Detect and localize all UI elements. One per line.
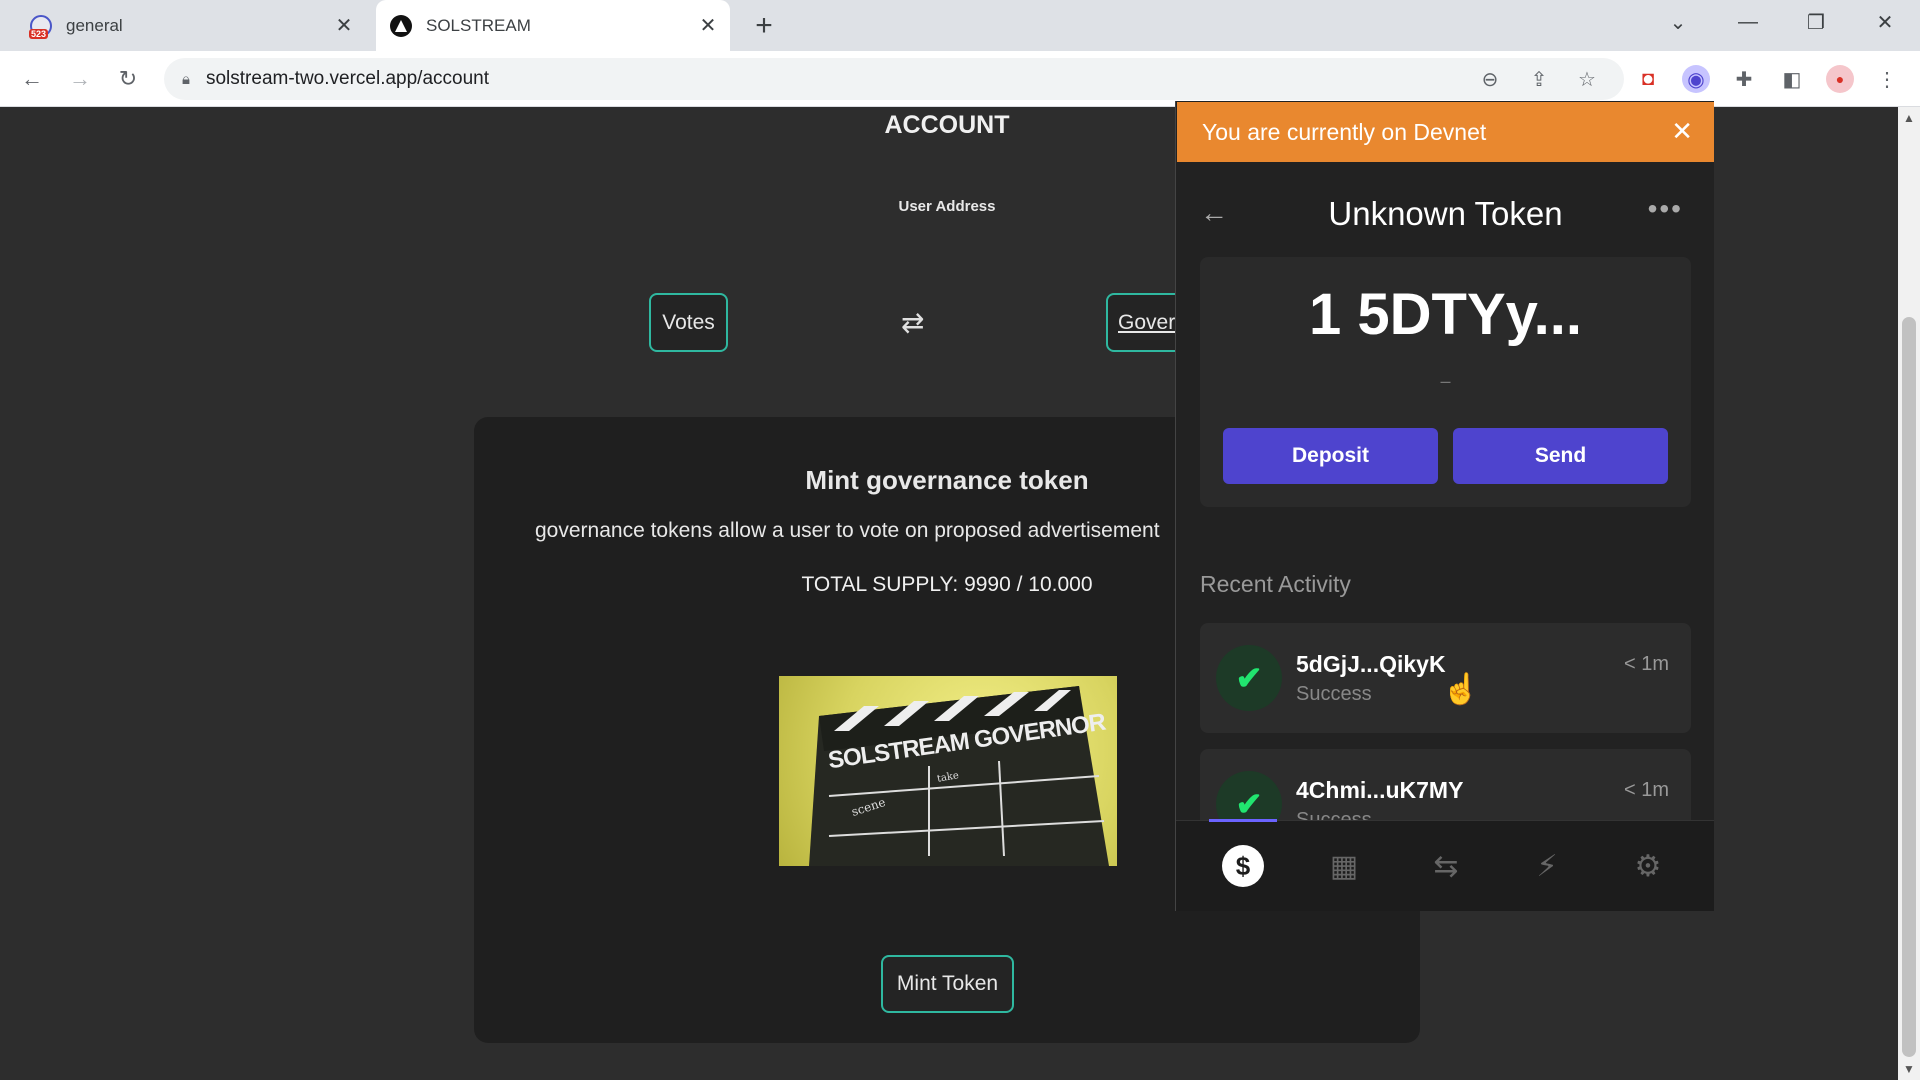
zoom-icon[interactable]: ⊖ xyxy=(1475,66,1505,92)
close-icon[interactable]: ✕ xyxy=(694,12,722,40)
active-tab-indicator xyxy=(1209,819,1277,822)
scroll-down-icon[interactable]: ▼ xyxy=(1903,1062,1915,1076)
swap-icon[interactable]: ⇆ xyxy=(1425,845,1467,887)
reload-icon[interactable]: ↻ xyxy=(108,59,148,99)
restore-button[interactable]: ❐ xyxy=(1788,0,1844,44)
activity-time: < 1m xyxy=(1623,653,1669,675)
new-tab-button[interactable]: + xyxy=(748,9,780,42)
grid-icon[interactable]: ▦ xyxy=(1323,845,1365,887)
votes-button[interactable]: Votes xyxy=(649,293,728,352)
minimize-button[interactable]: — xyxy=(1720,0,1776,44)
more-options-icon[interactable]: ••• xyxy=(1648,193,1683,225)
scrollbar-thumb[interactable] xyxy=(1902,317,1916,1057)
scroll-up-icon[interactable]: ▲ xyxy=(1903,111,1915,125)
menu-kebab-icon[interactable]: ⋮ xyxy=(1873,65,1901,93)
bookmark-star-icon[interactable]: ☆ xyxy=(1572,66,1602,92)
activity-status: Success xyxy=(1296,683,1372,705)
browser-toolbar: ← → ↻ 🔒︎ solstream-two.vercel.app/accoun… xyxy=(0,51,1920,107)
token-title: Unknown Token xyxy=(1328,195,1563,232)
page-scrollbar[interactable]: ▲ ▼ xyxy=(1898,107,1920,1080)
governor-clapperboard-image: SOLSTREAM GOVERNOR scene take xyxy=(779,676,1117,866)
devnet-banner-text: You are currently on Devnet xyxy=(1202,118,1487,145)
deposit-button[interactable]: Deposit xyxy=(1223,428,1438,484)
balance-usd-value: – xyxy=(1440,371,1451,391)
gear-icon[interactable]: ⚙ xyxy=(1627,845,1669,887)
extension-pocket-icon[interactable]: ◘ xyxy=(1634,65,1662,93)
tab-search-icon[interactable]: ⌄ xyxy=(1650,0,1706,44)
dollar-icon[interactable]: $ xyxy=(1222,845,1264,887)
back-icon[interactable]: ← xyxy=(12,59,52,99)
share-icon[interactable]: ⇪ xyxy=(1524,66,1554,92)
token-balance: 1 5DTYy... xyxy=(1309,282,1582,347)
side-panel-icon[interactable]: ◧ xyxy=(1778,65,1806,93)
devnet-banner: You are currently on Devnet ✕ xyxy=(1177,102,1714,162)
phantom-wallet-icon[interactable]: ◉ xyxy=(1682,65,1710,93)
browser-tab-bar: 523 general ✕ SOLSTREAM ✕ + ⌄ — ❐ ✕ xyxy=(0,0,1920,51)
check-icon: ✔ xyxy=(1216,645,1282,711)
balance-card: 1 5DTYy... – Deposit Send xyxy=(1200,257,1691,507)
profile-avatar[interactable]: ● xyxy=(1826,65,1854,93)
wallet-header: ← Unknown Token ••• xyxy=(1176,189,1714,239)
bolt-icon[interactable]: ⚡︎ xyxy=(1526,845,1568,887)
close-icon[interactable]: ✕ xyxy=(330,12,358,40)
solstream-favicon-icon xyxy=(390,14,412,37)
tab-general[interactable]: 523 general ✕ xyxy=(14,0,366,51)
url-text: solstream-two.vercel.app/account xyxy=(205,68,489,89)
tab-solstream[interactable]: SOLSTREAM ✕ xyxy=(376,0,730,51)
send-button[interactable]: Send xyxy=(1453,428,1668,484)
recent-activity-label: Recent Activity xyxy=(1200,571,1351,597)
extensions-puzzle-icon[interactable]: ✚ xyxy=(1730,65,1758,93)
lock-icon: 🔒︎ xyxy=(182,70,190,88)
tab-title: SOLSTREAM xyxy=(426,15,531,35)
activity-signature: 4Chmi...uK7MY xyxy=(1296,777,1464,803)
activity-time: < 1m xyxy=(1623,779,1669,801)
wallet-popup: You are currently on Devnet ✕ ← Unknown … xyxy=(1175,101,1714,911)
wallet-footer-nav: $ ▦ ⇆ ⚡︎ ⚙ xyxy=(1176,819,1714,911)
swap-icon[interactable]: ⇄ xyxy=(901,306,924,339)
activity-signature: 5dGjJ...QikyK xyxy=(1296,651,1446,677)
close-window-button[interactable]: ✕ xyxy=(1857,0,1913,44)
favicon-badge: 523 xyxy=(29,28,49,39)
card-description: governance tokens allow a user to vote o… xyxy=(535,519,1160,542)
discord-favicon-icon: 523 xyxy=(29,14,52,39)
forward-icon[interactable]: → xyxy=(60,59,100,99)
hand-cursor-icon: ☝ xyxy=(1442,673,1480,706)
mint-token-button[interactable]: Mint Token xyxy=(881,955,1014,1013)
tab-title: general xyxy=(66,15,123,35)
address-bar[interactable]: 🔒︎ solstream-two.vercel.app/account xyxy=(164,58,1624,100)
close-icon[interactable]: ✕ xyxy=(1671,116,1693,147)
